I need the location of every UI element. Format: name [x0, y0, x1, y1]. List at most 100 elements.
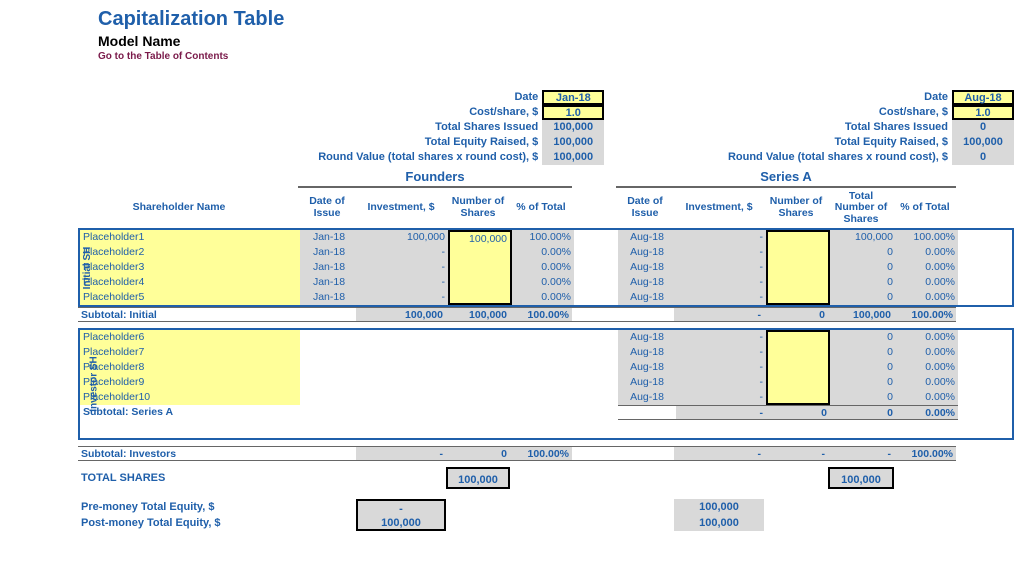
founders-total-shares: 100,000: [446, 467, 510, 489]
subtotal-seriesa-label: Subtotal: Series A: [80, 405, 300, 420]
cell-total-shares: 0: [830, 375, 896, 390]
shares-input[interactable]: [766, 230, 830, 245]
page-title: Capitalization Table: [98, 8, 1014, 31]
col-num-f: Number of Shares: [446, 188, 510, 228]
shares-input[interactable]: [766, 330, 830, 345]
cell-investment: -: [358, 290, 448, 305]
col-date-a: Date of Issue: [616, 188, 674, 228]
shares-input[interactable]: [766, 260, 830, 275]
col-inv-f: Investment, $: [356, 188, 446, 228]
cell-investment: -: [676, 275, 766, 290]
cell-pct: 0.00%: [896, 375, 958, 390]
cell-date: Aug-18: [618, 345, 676, 360]
investor-sh-section: Investor SH Placeholder6Aug-18-00.00%Pla…: [78, 328, 1014, 440]
shareholder-name-input[interactable]: Placeholder2: [80, 245, 300, 260]
shares-input[interactable]: [448, 275, 512, 290]
table-row: Placeholder4Jan-18-0.00%Aug-18-00.00%: [80, 275, 1012, 290]
col-shareholder: Shareholder Name: [60, 188, 298, 228]
cell-pct: 0.00%: [896, 245, 958, 260]
cell-date: Aug-18: [618, 360, 676, 375]
shareholder-name-input[interactable]: Placeholder5: [80, 290, 300, 305]
col-tot-a: Total Number of Shares: [828, 188, 894, 228]
cell-investment: -: [676, 245, 766, 260]
cell-pct: 0.00%: [512, 275, 574, 290]
cell-pct: 100.00%: [896, 230, 958, 245]
shares-input[interactable]: [766, 360, 830, 375]
cell-pct: 0.00%: [512, 260, 574, 275]
shareholder-name-input[interactable]: Placeholder4: [80, 275, 300, 290]
col-pct-a: % of Total: [894, 188, 956, 228]
shareholder-name-input[interactable]: Placeholder9: [80, 375, 300, 390]
cell-date: Aug-18: [618, 275, 676, 290]
total-shares-label: TOTAL SHARES: [78, 467, 298, 489]
label-shares-a: Total Shares Issued: [648, 120, 952, 135]
shares-input[interactable]: [766, 290, 830, 305]
shareholder-name-input[interactable]: Placeholder1: [80, 230, 300, 245]
cell-total-shares: 0: [830, 345, 896, 360]
shares-input[interactable]: [448, 260, 512, 275]
cell-date: Aug-18: [618, 245, 676, 260]
shareholder-name-input[interactable]: Placeholder3: [80, 260, 300, 275]
shares-input[interactable]: [448, 245, 512, 260]
shareholder-name-input[interactable]: Placeholder8: [80, 360, 300, 375]
founders-cost-input[interactable]: 1.0: [542, 105, 604, 120]
table-row: Placeholder2Jan-18-0.00%Aug-18-00.00%: [80, 245, 1012, 260]
toc-link[interactable]: Go to the Table of Contents: [98, 51, 1014, 62]
subtotal-investors: Subtotal: Investors - 0 100.00% - - - 10…: [78, 446, 1014, 461]
shareholder-name-input[interactable]: Placeholder10: [80, 390, 300, 405]
col-inv-a: Investment, $: [674, 188, 764, 228]
subtotal-investors-label: Subtotal: Investors: [78, 446, 298, 461]
seriesa-cost-input[interactable]: 1.0: [952, 105, 1014, 120]
subtotal-initial-label: Subtotal: Initial: [78, 307, 298, 322]
shareholder-name-input[interactable]: Placeholder6: [80, 330, 300, 345]
subtotal-seriesa: Subtotal: Series A - 0 0 0.00%: [80, 405, 1012, 420]
cell-investment: -: [676, 330, 766, 345]
col-num-a: Number of Shares: [764, 188, 828, 228]
cell-investment: -: [358, 260, 448, 275]
cell-total-shares: 0: [830, 245, 896, 260]
table-row: Placeholder5Jan-18-0.00%Aug-18-00.00%: [80, 290, 1012, 305]
shares-input[interactable]: 100,000: [448, 230, 512, 245]
shares-input[interactable]: [766, 275, 830, 290]
label-equity-a: Total Equity Raised, $: [648, 135, 952, 150]
cell-date: Aug-18: [618, 260, 676, 275]
cell-date: Aug-18: [618, 330, 676, 345]
shareholder-name-input[interactable]: Placeholder7: [80, 345, 300, 360]
seriesa-total-shares: 100,000: [828, 467, 894, 489]
cell-date: Jan-18: [300, 275, 358, 290]
col-pct-f: % of Total: [510, 188, 572, 228]
seriesa-shares: 0: [952, 120, 1014, 135]
initial-sh-label: Initial SH: [82, 246, 93, 289]
shares-input[interactable]: [766, 245, 830, 260]
cell-pct: 0.00%: [896, 275, 958, 290]
initial-sh-section: Initial SH Placeholder1Jan-18100,000100,…: [78, 228, 1014, 307]
shares-input[interactable]: [766, 375, 830, 390]
founders-pre-money: -: [356, 499, 446, 515]
seriesa-post-money: 100,000: [674, 515, 764, 531]
founders-shares: 100,000: [542, 120, 604, 135]
cell-date: Aug-18: [618, 375, 676, 390]
col-date-f: Date of Issue: [298, 188, 356, 228]
label-date: Date: [298, 90, 542, 105]
shares-input[interactable]: [448, 290, 512, 305]
founders-date-input[interactable]: Jan-18: [542, 90, 604, 105]
founders-post-money: 100,000: [356, 515, 446, 531]
cell-investment: -: [676, 290, 766, 305]
seriesa-date-input[interactable]: Aug-18: [952, 90, 1014, 105]
shares-input[interactable]: [766, 345, 830, 360]
cell-pct: 0.00%: [896, 330, 958, 345]
model-name: Model Name: [98, 33, 1014, 49]
cell-total-shares: 0: [830, 275, 896, 290]
subtotal-initial: Subtotal: Initial 100,000 100,000 100.00…: [78, 307, 1014, 322]
cell-investment: -: [676, 345, 766, 360]
table-row: Placeholder10Aug-18-00.00%: [80, 390, 1012, 405]
cell-investment: -: [676, 360, 766, 375]
shares-input[interactable]: [766, 390, 830, 405]
seriesa-summary: DateAug-18 Cost/share, $1.0 Total Shares…: [648, 90, 1014, 165]
investor-sh-label: Investor SH: [88, 356, 99, 412]
label-shares: Total Shares Issued: [298, 120, 542, 135]
cell-date: Jan-18: [300, 230, 358, 245]
cell-investment: -: [358, 275, 448, 290]
cell-pct: 0.00%: [896, 360, 958, 375]
cell-date: Aug-18: [618, 290, 676, 305]
